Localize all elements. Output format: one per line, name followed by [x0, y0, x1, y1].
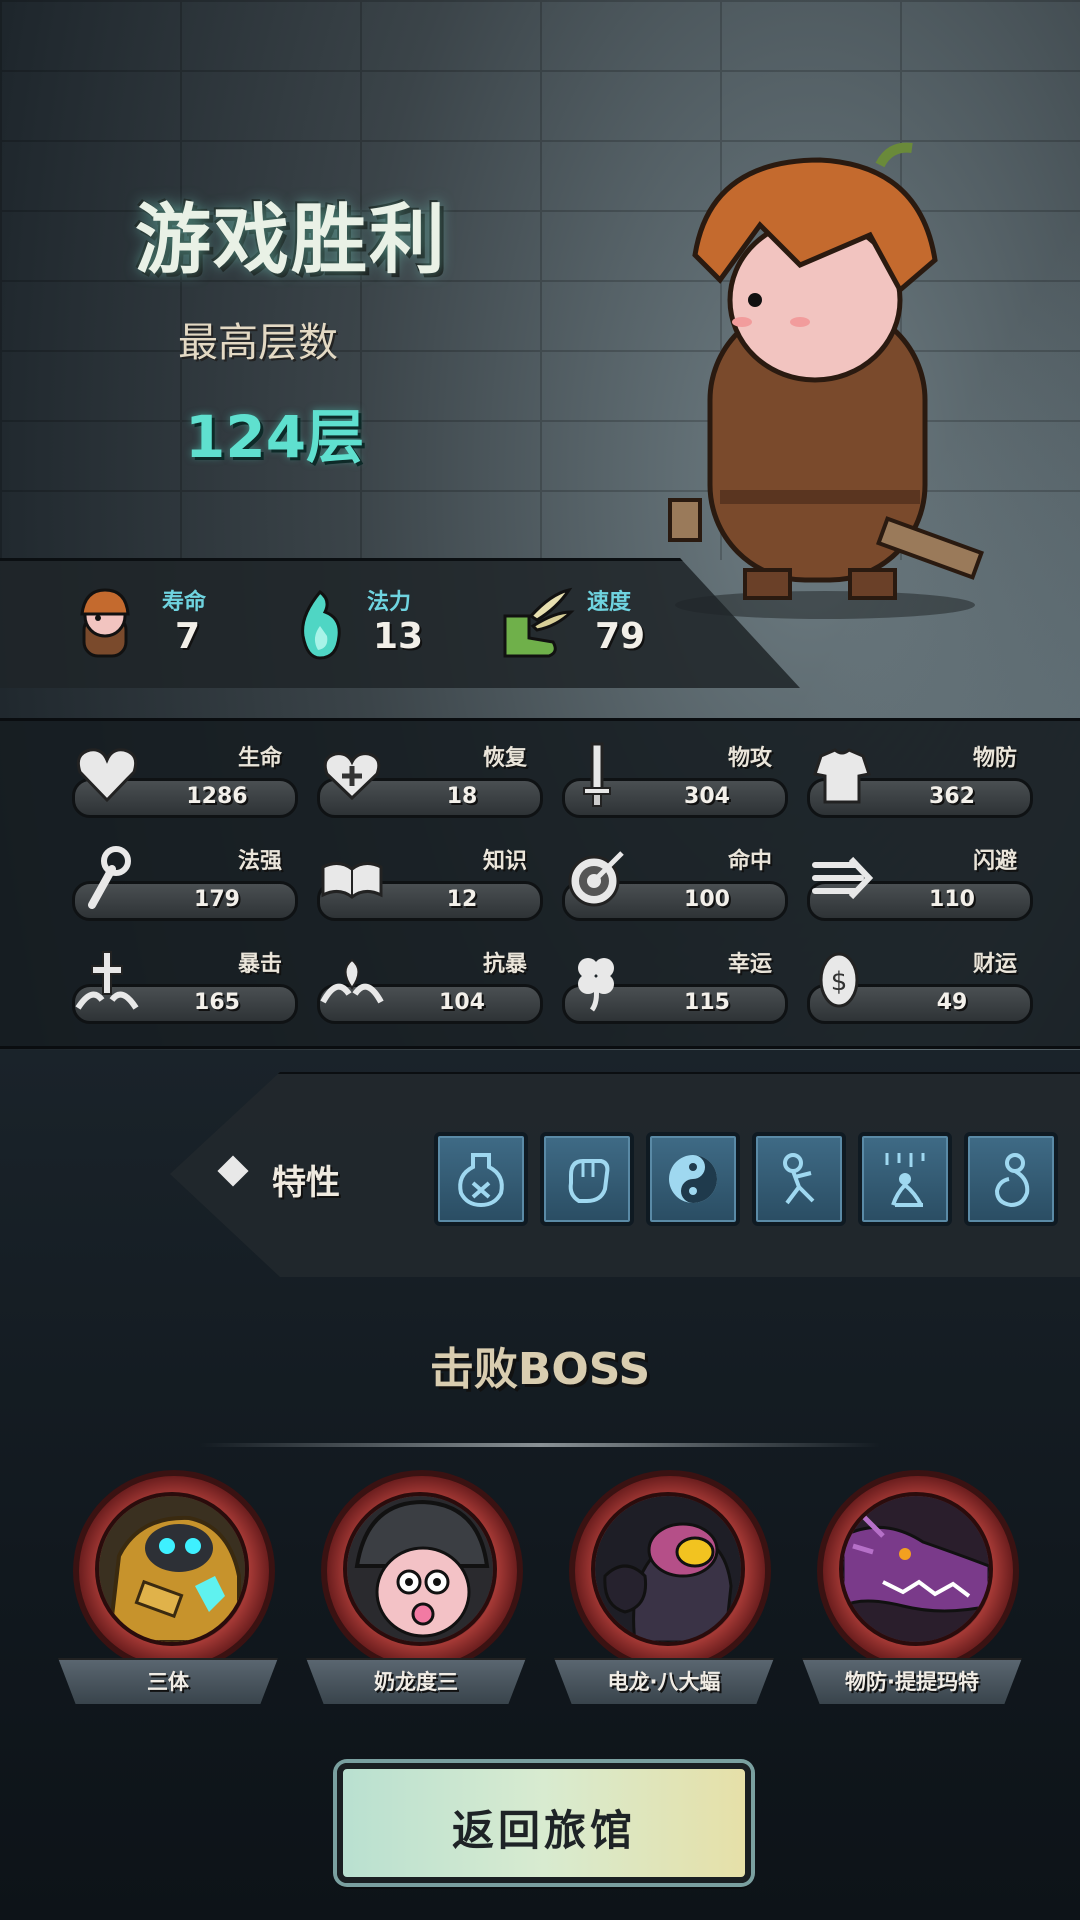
attr-hp: 生命 1286: [72, 740, 302, 820]
potion-trait-icon: [458, 1153, 504, 1208]
fist-trait-icon: [568, 1159, 610, 1203]
attr-phys-defense: 物防 362: [807, 740, 1037, 820]
boss-name: 电龙·八大蝠: [607, 1670, 721, 1694]
hug-trait-icon: [994, 1153, 1030, 1208]
trait-rain-kneel[interactable]: [858, 1132, 952, 1226]
stat-mana: 法力 13: [285, 578, 465, 668]
heart-icon: [76, 748, 138, 803]
attr-phys-attack: 物攻 304: [562, 740, 792, 820]
hero-head-icon: [80, 588, 130, 658]
armor-icon: [813, 748, 871, 804]
dark-bird-boss-portrait: [595, 1496, 741, 1642]
highest-floor-value: 124层: [185, 403, 365, 471]
attr-regen-label: 恢复: [482, 746, 527, 771]
heal-heart-icon: [323, 752, 381, 801]
baby-helmet-boss-portrait: [347, 1496, 493, 1642]
attr-crit-resist-value: 104: [439, 990, 485, 1015]
book-icon: [321, 862, 383, 899]
attr-accuracy-label: 命中: [727, 849, 772, 874]
stat-lifespan-label: 寿命: [162, 590, 207, 615]
attr-knowledge-label: 知识: [482, 849, 527, 874]
attr-crit-resist-label: 抗暴: [482, 952, 527, 977]
staff-icon: [88, 846, 131, 909]
attr-phys-defense-label: 物防: [972, 746, 1017, 771]
yin-yang-trait-icon: [669, 1155, 717, 1203]
return-to-inn-label: 返回旅馆: [451, 1806, 636, 1855]
stat-speed-label: 速度: [587, 590, 632, 615]
attr-wealth-label: 财运: [972, 952, 1017, 977]
boss-portrait: [343, 1492, 497, 1646]
attr-evasion: 闪避 110: [807, 843, 1037, 923]
boss-card[interactable]: 电龙·八大蝠: [554, 1470, 774, 1710]
purple-dragon-boss-portrait: [843, 1496, 989, 1642]
attr-phys-attack-value: 304: [684, 784, 730, 809]
crit-resist-icon: [320, 958, 384, 1004]
defeated-bosses-title: 击败BOSS: [429, 1344, 651, 1395]
stat-lifespan-value: 7: [175, 616, 201, 657]
victory-title: 游戏胜利: [135, 195, 447, 284]
boss-name: 三体: [147, 1670, 189, 1694]
boss-portrait: [591, 1492, 745, 1646]
attr-wealth-value: 49: [936, 990, 968, 1015]
attr-phys-attack-label: 物攻: [727, 746, 772, 771]
attr-accuracy-value: 100: [684, 887, 730, 912]
boss-card[interactable]: 三体: [58, 1470, 278, 1710]
trait-potion[interactable]: [434, 1132, 528, 1226]
boss-name: 物防·提提玛特: [845, 1670, 979, 1694]
stat-lifespan: 寿命 7: [70, 578, 250, 668]
trait-yin-yang[interactable]: [646, 1132, 740, 1226]
boss-name: 奶龙度三: [374, 1670, 458, 1694]
attr-phys-defense-value: 362: [929, 784, 975, 809]
pumpkin-hero-character: [668, 142, 984, 619]
attr-magic-power: 法强 179: [72, 843, 302, 923]
traits-label: 特性: [272, 1163, 340, 1203]
attr-crit-resist: 抗暴 104: [317, 946, 547, 1026]
boss-portrait: [839, 1492, 993, 1646]
boss-card[interactable]: 物防·提提玛特: [802, 1470, 1022, 1710]
attr-evasion-value: 110: [929, 887, 975, 912]
attr-magic-power-value: 179: [194, 887, 240, 912]
boss-card[interactable]: 奶龙度三: [306, 1470, 526, 1710]
trait-runner[interactable]: [752, 1132, 846, 1226]
dash-icon: [812, 856, 874, 900]
winged-boot-icon: [503, 587, 575, 658]
attr-luck: 幸运 115: [562, 946, 792, 1026]
trait-hug[interactable]: [964, 1132, 1058, 1226]
attr-hp-label: 生命: [237, 746, 282, 771]
stat-speed: 速度 79: [495, 578, 675, 668]
mana-flame-icon: [301, 589, 341, 660]
attr-crit-value: 165: [194, 990, 240, 1015]
attr-evasion-label: 闪避: [972, 849, 1017, 874]
highest-floor-label: 最高层数: [178, 320, 338, 366]
attr-wealth: $ 财运 49: [807, 946, 1037, 1026]
target-icon: [568, 851, 624, 907]
return-to-inn-button[interactable]: 返回旅馆: [337, 1763, 751, 1883]
sword-icon: [583, 742, 611, 807]
attr-knowledge: 知识 12: [317, 843, 547, 923]
runner-trait-icon: [783, 1153, 815, 1205]
stat-mana-value: 13: [373, 616, 424, 657]
coin-icon: $: [819, 952, 859, 1008]
stat-speed-value: 79: [595, 616, 646, 657]
clover-icon: [578, 958, 614, 1012]
section-divider: [200, 1443, 880, 1447]
attr-hp-value: 1286: [186, 784, 248, 809]
crit-icon: [75, 951, 139, 1010]
attr-knowledge-value: 12: [446, 887, 478, 912]
attr-crit-label: 暴击: [237, 952, 282, 977]
rain-kneel-trait-icon: [885, 1153, 925, 1207]
stat-mana-label: 法力: [367, 590, 412, 615]
attr-accuracy: 命中 100: [562, 843, 792, 923]
golden-robot-boss-portrait: [99, 1496, 245, 1642]
attr-luck-label: 幸运: [727, 952, 772, 977]
svg-text:$: $: [831, 967, 848, 997]
trait-fist[interactable]: [540, 1132, 634, 1226]
attr-crit: 暴击 165: [72, 946, 302, 1026]
attr-luck-value: 115: [684, 990, 730, 1015]
boss-portrait: [95, 1492, 249, 1646]
attr-regen: 恢复 18: [317, 740, 547, 820]
attr-magic-power-label: 法强: [237, 849, 282, 874]
attr-regen-value: 18: [446, 784, 478, 809]
